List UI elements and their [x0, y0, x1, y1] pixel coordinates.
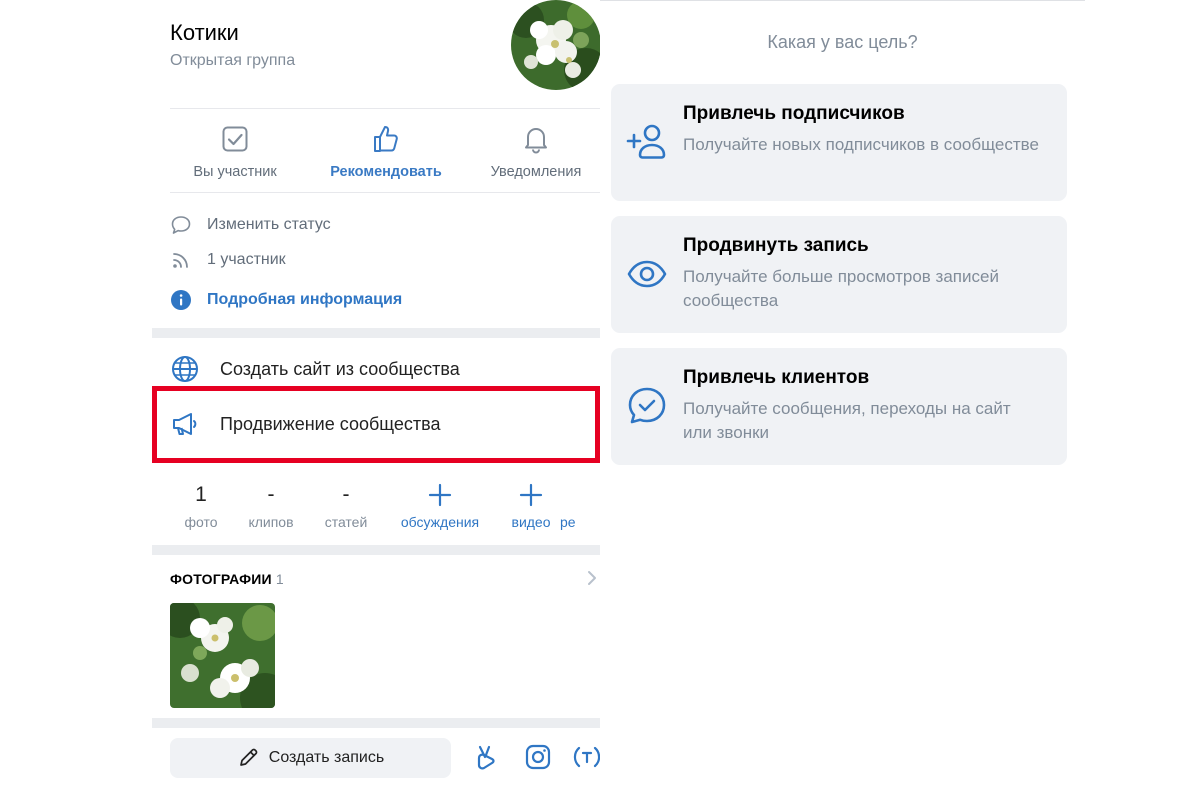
change-status-text: Изменить статус	[207, 216, 331, 233]
goal-description: Получайте сообщения, переходы на сайт ил…	[683, 399, 1011, 442]
notifications-label: Уведомления	[490, 164, 582, 180]
counter-articles[interactable]: - статей	[306, 482, 386, 530]
plus-icon	[519, 483, 543, 507]
counter-partial[interactable]: ре	[560, 482, 600, 530]
counter-value: -	[342, 483, 350, 506]
change-status-row[interactable]: Изменить статус	[170, 213, 331, 237]
recommend-button[interactable]: Рекомендовать	[316, 124, 456, 180]
goal-card-clients[interactable]: Привлечь клиентов Получайте сообщения, п…	[611, 348, 1067, 465]
goal-title: Привлечь клиентов	[683, 367, 870, 388]
members-row[interactable]: 1 участник	[170, 248, 286, 272]
counter-label: обсуждения	[400, 514, 480, 530]
group-name: Котики	[170, 20, 239, 45]
globe-icon	[172, 356, 198, 382]
photo-thumbnail[interactable]	[170, 603, 275, 708]
member-label: Вы участник	[193, 164, 277, 180]
photos-title: ФОТОГРАФИИ	[170, 571, 272, 587]
thumbs-up-icon	[374, 126, 398, 152]
counter-clips[interactable]: - клипов	[231, 482, 311, 530]
goal-question: Какая у вас цель?	[767, 32, 918, 52]
promotion-goal-panel: Какая у вас цель? Привлечь подписчиков П…	[600, 0, 1085, 800]
counter-label: видео	[511, 514, 551, 530]
group-avatar[interactable]	[511, 0, 600, 90]
highlight-frame	[152, 386, 600, 463]
counter-discussions[interactable]: обсуждения	[400, 482, 480, 530]
member-button[interactable]: Вы участник	[165, 124, 305, 180]
create-site-label: Создать сайт из сообщества	[220, 358, 460, 379]
eye-icon	[627, 260, 667, 288]
bell-icon	[525, 128, 547, 154]
goal-card-subscribers[interactable]: Привлечь подписчиков Получайте новых под…	[611, 84, 1067, 201]
add-user-icon	[626, 124, 666, 159]
photos-count: 1	[275, 571, 284, 587]
counter-label: ре	[560, 514, 576, 530]
plus-icon	[428, 483, 452, 507]
section-separator	[152, 328, 600, 338]
community-page: Котики Открытая группа Вы участник Реком…	[152, 0, 600, 800]
counter-label: статей	[324, 514, 368, 530]
counter-videos[interactable]: видео	[491, 482, 571, 530]
goal-description: Получайте новых подписчиков в сообществе	[683, 135, 1039, 154]
notifications-button[interactable]: Уведомления	[466, 124, 600, 180]
goal-description: Получайте больше просмотров записей сооб…	[683, 267, 999, 310]
counter-value	[560, 482, 600, 508]
counter-photos[interactable]: 1 фото	[161, 482, 241, 530]
message-check-icon	[628, 387, 666, 424]
goal-title: Продвинуть запись	[683, 235, 869, 256]
counter-label: фото	[184, 514, 218, 530]
section-separator	[152, 545, 600, 555]
counter-value: -	[267, 483, 275, 506]
members-count-text: 1 участник	[207, 251, 286, 268]
clips-icon[interactable]	[472, 742, 502, 772]
details-link[interactable]: Подробная информация	[170, 288, 402, 312]
photos-header[interactable]: ФОТОГРАФИИ 1	[170, 571, 284, 587]
speech-bubble-icon	[171, 216, 191, 234]
rss-icon	[173, 253, 188, 268]
pencil-icon	[239, 748, 258, 766]
info-icon	[171, 290, 191, 310]
chevron-right-icon[interactable]	[586, 569, 598, 587]
counter-value: 1	[195, 483, 207, 506]
create-post-button[interactable]: Создать запись	[170, 738, 451, 778]
details-text: Подробная информация	[207, 291, 403, 308]
divider	[170, 108, 600, 109]
counter-label: клипов	[248, 514, 294, 530]
divider	[600, 0, 1085, 1]
create-site-item[interactable]: Создать сайт из сообщества	[170, 354, 460, 384]
goal-title: Привлечь подписчиков	[683, 103, 905, 124]
recommend-label: Рекомендовать	[330, 164, 442, 180]
goal-card-promote-post[interactable]: Продвинуть запись Получайте больше просм…	[611, 216, 1067, 333]
broadcast-icon[interactable]	[572, 742, 600, 772]
checkbox-icon	[222, 126, 248, 152]
instagram-icon[interactable]	[523, 742, 553, 772]
create-post-label: Создать запись	[268, 749, 385, 766]
section-separator	[152, 718, 600, 728]
divider	[170, 192, 600, 193]
group-type: Открытая группа	[170, 52, 296, 69]
